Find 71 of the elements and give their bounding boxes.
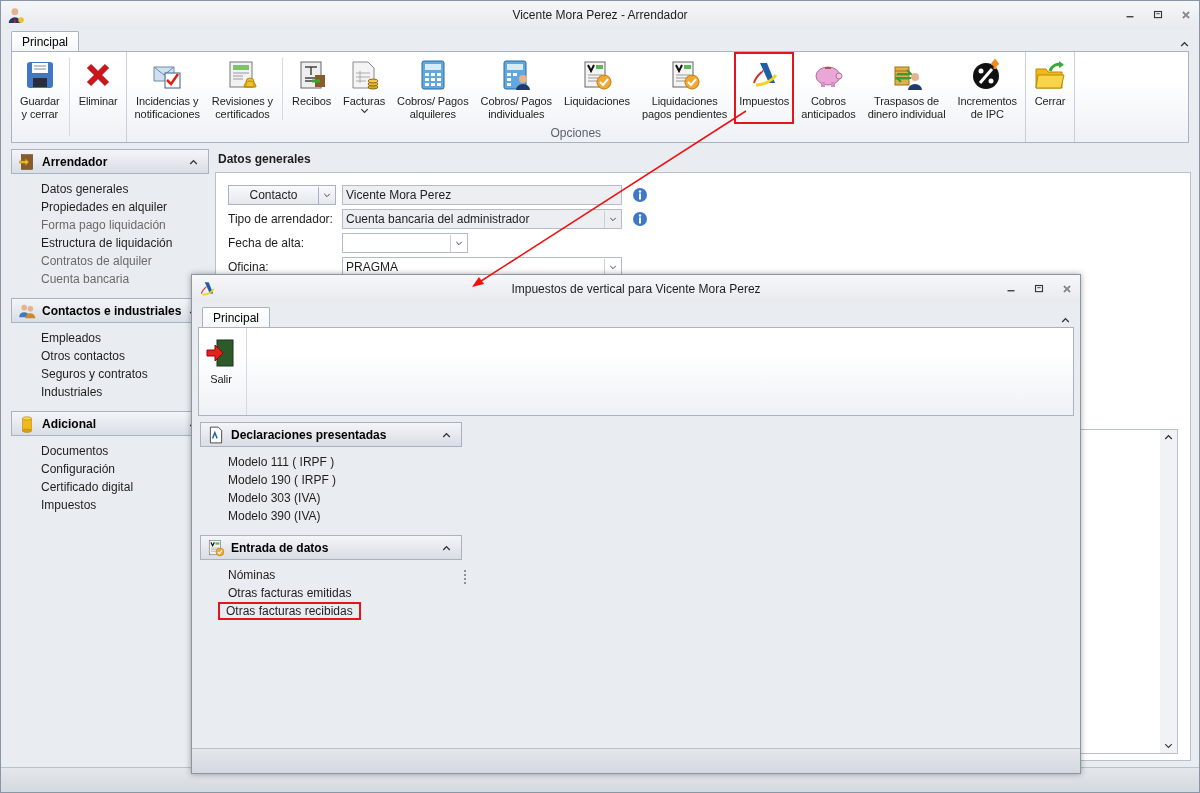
- group-label: Opciones: [549, 126, 603, 142]
- field-label: Tipo de arrendador:: [228, 212, 334, 226]
- ribbon-button[interactable]: Incidencias y notificaciones: [129, 52, 205, 124]
- sidebar-item[interactable]: Configuración: [39, 460, 118, 478]
- stripes-logo-icon: [198, 280, 216, 298]
- document-icon: [207, 425, 225, 444]
- sidebar-item[interactable]: Estructura de liquidación: [39, 234, 175, 252]
- sidebar-item[interactable]: Datos generales: [39, 180, 131, 198]
- scroll-up-icon: [1164, 434, 1173, 440]
- folder-arrow-icon: [1033, 59, 1066, 91]
- list-item[interactable]: Otras facturas emitidas: [226, 584, 354, 602]
- sidebar-item[interactable]: Propiedades en alquiler: [39, 198, 170, 216]
- sidebar-item[interactable]: Certificado digital: [39, 478, 136, 496]
- group-header[interactable]: Entrada de datos: [200, 535, 462, 560]
- list-item[interactable]: Modelo 390 (IVA): [226, 507, 323, 525]
- ribbon-button[interactable]: Incrementos de IPC: [952, 52, 1022, 124]
- list-item[interactable]: Modelo 303 (IVA): [226, 489, 323, 507]
- group-title: Arrendador: [42, 154, 109, 169]
- field-label: Fecha de alta:: [228, 236, 306, 250]
- certificate-document-icon: [207, 538, 225, 557]
- group-title: Adicional: [42, 416, 97, 431]
- sidebar-item[interactable]: Impuestos: [39, 496, 99, 514]
- group-title: Contactos e industriales: [42, 303, 183, 318]
- ribbon-button[interactable]: Liquidaciones: [559, 52, 635, 124]
- group-header[interactable]: Declaraciones presentadas: [200, 422, 462, 447]
- door-arrow-icon: [205, 337, 237, 369]
- sidebar-item[interactable]: Otros contactos: [39, 347, 128, 365]
- group-title: Entrada de datos: [231, 540, 330, 555]
- ribbon-tab[interactable]: Principal: [11, 31, 80, 52]
- window-title: Vicente Mora Perez - Arrendador: [512, 8, 688, 22]
- sidebar-item[interactable]: Seguros y contratos: [39, 365, 150, 383]
- ribbon-tab[interactable]: Principal: [202, 307, 271, 328]
- collapse-ribbon-icon[interactable]: [1061, 317, 1070, 323]
- ribbon-button[interactable]: Facturas: [338, 52, 391, 124]
- ribbon-button[interactable]: Salir: [200, 328, 242, 408]
- caret-icon: [359, 108, 369, 114]
- certificate-document-icon: [581, 59, 613, 91]
- list-item[interactable]: Nóminas: [226, 566, 278, 584]
- ribbon-button[interactable]: Guardar y cerrar: [15, 52, 65, 124]
- collapse-icon: [189, 158, 198, 165]
- section-title: Datos generales: [217, 151, 312, 168]
- ribbon-button[interactable]: Liquidaciones pagos pendientes: [637, 52, 733, 124]
- splitter-handle[interactable]: [464, 570, 468, 584]
- ribbon-button[interactable]: Cobros/ Pagos individuales: [475, 52, 557, 124]
- collapse-icon: [442, 544, 451, 551]
- sidebar-item[interactable]: Empleados: [39, 329, 104, 347]
- ribbon-button[interactable]: Impuestos: [734, 52, 795, 124]
- list-item[interactable]: Modelo 190 ( IRPF ): [226, 471, 339, 489]
- ribbon-button[interactable]: Cerrar: [1028, 52, 1071, 124]
- list-item[interactable]: Otras facturas recibidas: [218, 602, 361, 620]
- collapse-icon: [442, 431, 451, 438]
- calculator-person-icon: [500, 59, 533, 91]
- group-header[interactable]: Arrendador: [11, 149, 209, 174]
- ribbon-button[interactable]: Eliminar: [73, 52, 123, 124]
- collapse-ribbon-icon[interactable]: [1180, 41, 1189, 47]
- ribbon-button[interactable]: Traspasos de dinero individual: [862, 52, 951, 124]
- scroll-down-icon: [1164, 743, 1173, 749]
- group-title: Declaraciones presentadas: [231, 427, 388, 442]
- list-item[interactable]: Modelo 111 ( IRPF ): [226, 453, 337, 471]
- ribbon-button[interactable]: Cobros anticipados: [796, 52, 861, 124]
- field-label: Oficina:: [228, 260, 270, 274]
- bell-document-icon: [226, 59, 259, 91]
- ribbon-button[interactable]: Recibos: [287, 52, 337, 124]
- sidebar-item[interactable]: Documentos: [39, 442, 111, 460]
- ribbon-button[interactable]: Revisiones y certificados: [206, 52, 279, 124]
- ribbon-button[interactable]: Cobros/ Pagos alquileres: [392, 52, 474, 124]
- scrollbar[interactable]: [1160, 430, 1177, 753]
- user-icon: [7, 6, 25, 24]
- window-title: Impuestos de vertical para Vicente Mora Perez: [511, 282, 761, 296]
- dropdown-field[interactable]: [342, 233, 468, 253]
- sidebar-item[interactable]: Industriales: [39, 383, 105, 401]
